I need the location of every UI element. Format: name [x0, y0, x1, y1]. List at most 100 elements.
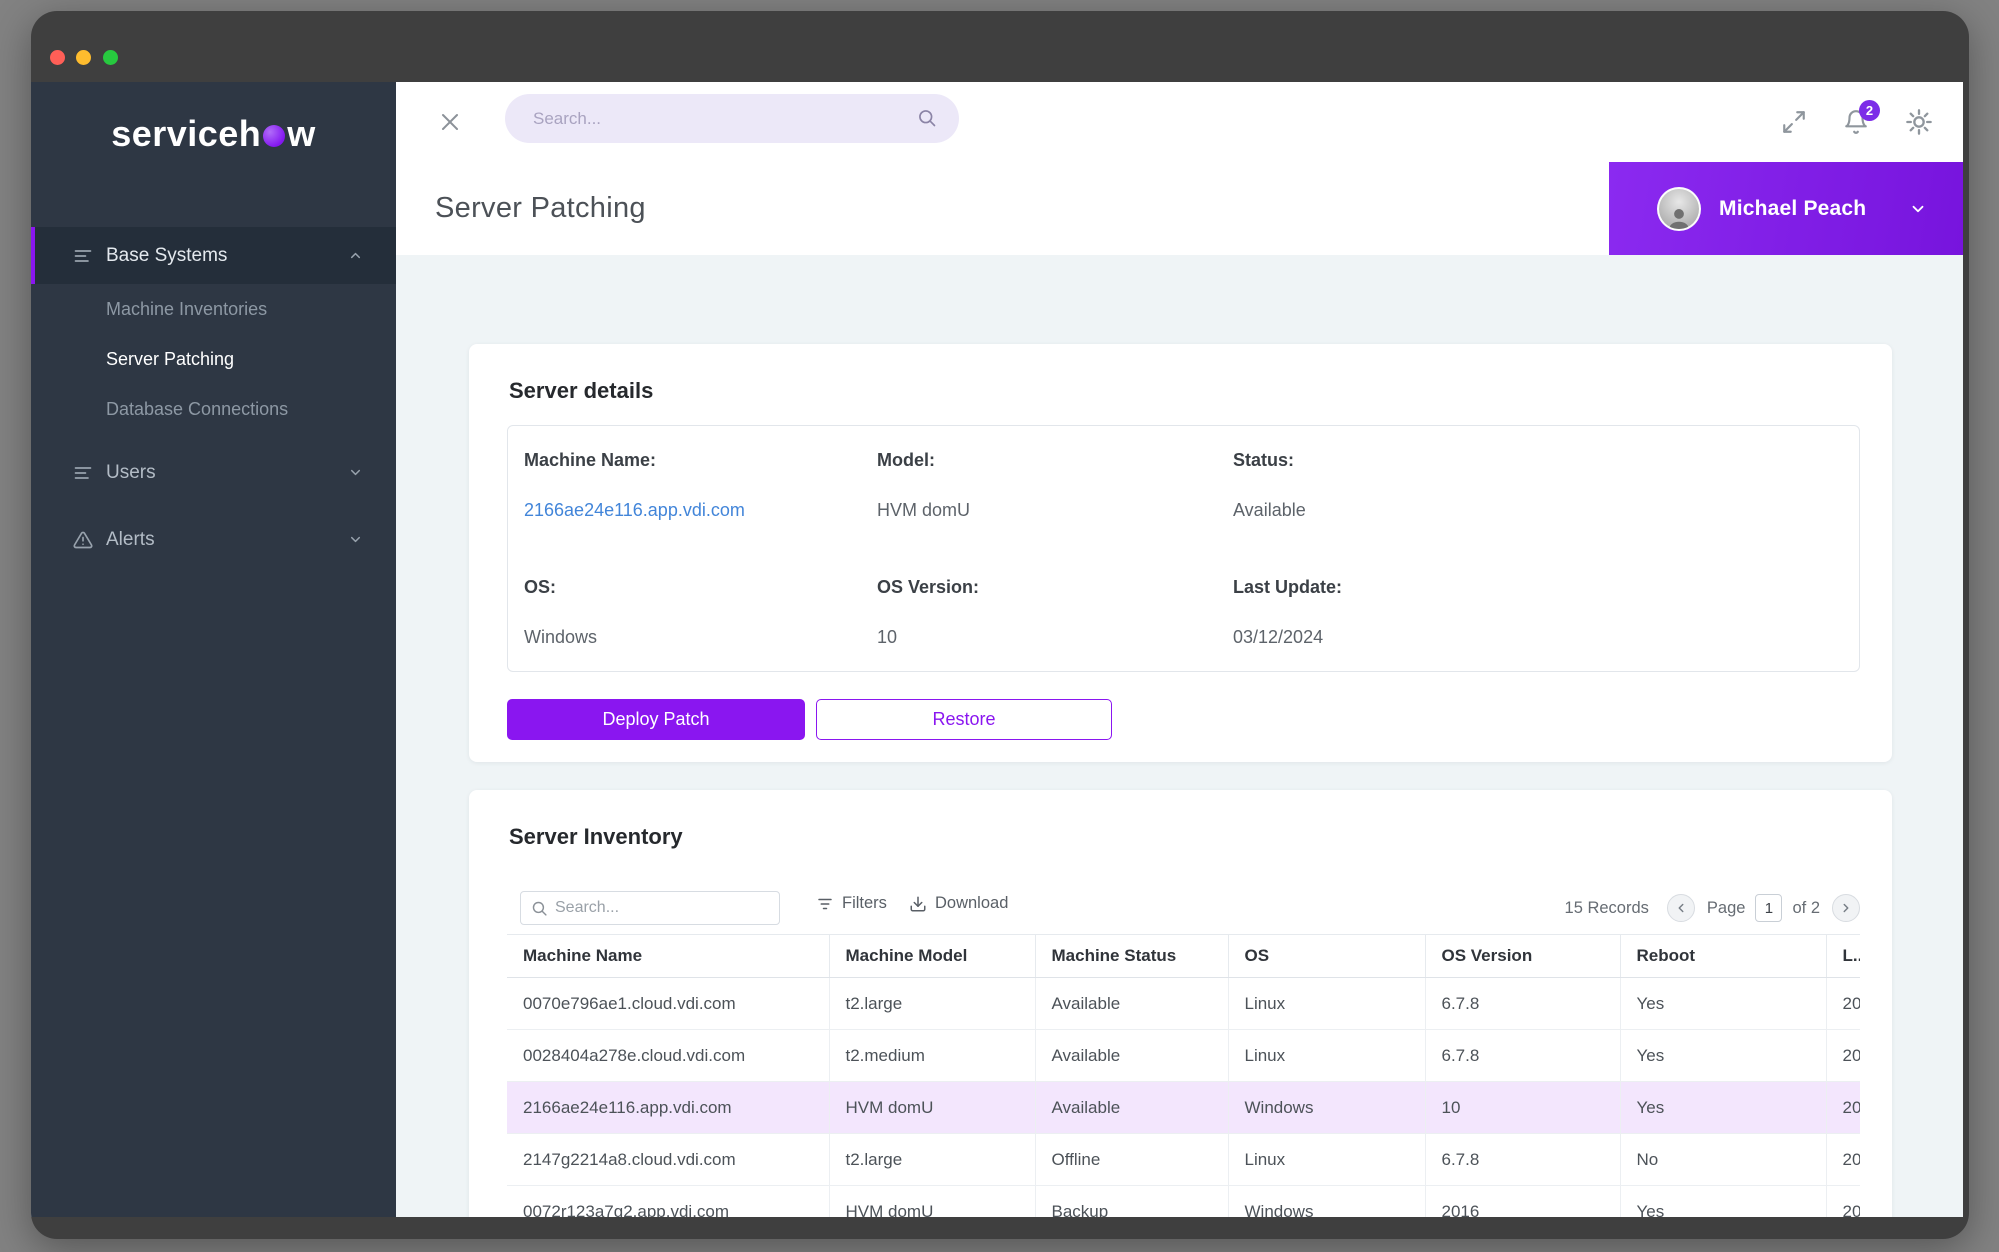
user-name: Michael Peach	[1719, 197, 1866, 221]
alert-triangle-icon	[73, 530, 93, 550]
cell-machine-model: t2.large	[829, 1134, 1035, 1186]
filters-button[interactable]: Filters	[816, 894, 887, 913]
sidebar-item-machine-inventories[interactable]: Machine Inventories	[31, 284, 396, 334]
cell-os: Windows	[1228, 1082, 1425, 1134]
chevron-down-icon	[348, 465, 363, 480]
table-header-row: Machine Name Machine Model Machine Statu…	[507, 935, 1860, 978]
cell-os-version: 2016	[1425, 1186, 1620, 1218]
chevron-up-icon	[348, 248, 363, 263]
field-value: Available	[1233, 500, 1843, 521]
cell-machine-name: 0028404a278e.cloud.vdi.com	[507, 1030, 829, 1082]
table-search-input[interactable]	[555, 892, 771, 924]
cell-machine-status: Available	[1035, 978, 1228, 1030]
logo-text-post: w	[287, 113, 316, 154]
minimize-window-button[interactable]	[76, 50, 91, 65]
column-header: L...	[1826, 935, 1860, 978]
cell-machine-model: t2.medium	[829, 1030, 1035, 1082]
sidebar: serviceh w Base Systems Machine Inventori…	[31, 82, 396, 1217]
sidebar-item-label: Users	[106, 462, 156, 484]
next-page-button[interactable]	[1832, 894, 1860, 922]
chevron-down-icon	[1909, 200, 1927, 218]
global-search-input[interactable]	[533, 94, 913, 143]
field-label: OS:	[524, 577, 877, 598]
download-label: Download	[935, 894, 1008, 913]
machine-name-link[interactable]: 2166ae24e116.app.vdi.com	[524, 500, 877, 521]
page-title: Server Patching	[396, 192, 646, 225]
sidebar-item-server-patching[interactable]: Server Patching	[31, 334, 396, 384]
filters-label: Filters	[842, 894, 887, 913]
cell-last-update: 202	[1826, 1134, 1860, 1186]
cell-machine-status: Offline	[1035, 1134, 1228, 1186]
card-title: Server details	[509, 378, 653, 404]
settings-gear-icon[interactable]	[1905, 108, 1933, 136]
cell-last-update: 202	[1826, 1082, 1860, 1134]
sidebar-item-users[interactable]: Users	[31, 444, 396, 501]
close-window-button[interactable]	[50, 50, 65, 65]
cell-machine-model: t2.large	[829, 978, 1035, 1030]
cell-reboot: No	[1620, 1134, 1826, 1186]
cell-os: Windows	[1228, 1186, 1425, 1218]
sidebar-item-alerts[interactable]: Alerts	[31, 511, 396, 568]
prev-page-button[interactable]	[1667, 894, 1695, 922]
inventory-table: Machine Name Machine Model Machine Statu…	[507, 934, 1860, 1217]
page-number-input[interactable]	[1755, 894, 1782, 922]
table-row[interactable]: 0070e796ae1.cloud.vdi.com t2.large Avail…	[507, 978, 1860, 1030]
page-label: Page	[1707, 899, 1746, 918]
cell-reboot: Yes	[1620, 978, 1826, 1030]
restore-button[interactable]: Restore	[816, 699, 1112, 740]
page-header: Server Patching Michael Peach	[396, 162, 1963, 255]
field-os: OS: Windows	[524, 577, 877, 648]
cell-last-update: 202	[1826, 1030, 1860, 1082]
page-total: of 2	[1792, 899, 1820, 918]
table-search	[520, 891, 780, 925]
table-row[interactable]: 2147g2214a8.cloud.vdi.com t2.large Offli…	[507, 1134, 1860, 1186]
table-row-selected[interactable]: 2166ae24e116.app.vdi.com HVM domU Availa…	[507, 1082, 1860, 1134]
cell-os-version: 6.7.8	[1425, 1030, 1620, 1082]
column-header: Reboot	[1620, 935, 1826, 978]
cell-reboot: Yes	[1620, 1082, 1826, 1134]
sidebar-item-label: Base Systems	[106, 245, 227, 267]
cell-os: Linux	[1228, 1030, 1425, 1082]
user-menu[interactable]: Michael Peach	[1609, 162, 1963, 255]
expand-icon[interactable]	[1781, 109, 1807, 135]
pagination: 15 Records Page of 2	[1565, 889, 1860, 927]
download-button[interactable]: Download	[909, 894, 1008, 913]
deploy-patch-button[interactable]: Deploy Patch	[507, 699, 805, 740]
cell-os-version: 10	[1425, 1082, 1620, 1134]
sidebar-item-base-systems[interactable]: Base Systems	[31, 227, 396, 284]
card-title: Server Inventory	[509, 824, 683, 850]
field-value: 03/12/2024	[1233, 627, 1843, 648]
column-header: Machine Model	[829, 935, 1035, 978]
topbar: 2	[396, 82, 1963, 162]
field-label: OS Version:	[877, 577, 1233, 598]
chevron-down-icon	[348, 532, 363, 547]
column-header: Machine Name	[507, 935, 829, 978]
cell-os-version: 6.7.8	[1425, 1134, 1620, 1186]
server-inventory-card: Server Inventory Filters	[469, 790, 1892, 1217]
field-label: Status:	[1233, 450, 1843, 471]
column-header: OS Version	[1425, 935, 1620, 978]
app-body: serviceh w Base Systems Machine Inventori…	[31, 82, 1963, 1217]
field-value: Windows	[524, 627, 877, 648]
sidebar-item-label: Alerts	[106, 529, 155, 551]
main-content: Server details Machine Name: 2166ae24e11…	[396, 255, 1963, 1217]
sidebar-item-database-connections[interactable]: Database Connections	[31, 384, 396, 434]
cell-machine-status: Available	[1035, 1082, 1228, 1134]
column-header: OS	[1228, 935, 1425, 978]
table-row[interactable]: 0072r123a7g2.app.vdi.com HVM domU Backup…	[507, 1186, 1860, 1218]
details-actions: Deploy Patch Restore	[507, 699, 1112, 740]
cell-machine-status: Available	[1035, 1030, 1228, 1082]
logo-text-pre: serviceh	[111, 113, 261, 154]
cell-reboot: Yes	[1620, 1186, 1826, 1218]
cell-machine-model: HVM domU	[829, 1186, 1035, 1218]
zoom-window-button[interactable]	[103, 50, 118, 65]
app-window: serviceh w Base Systems Machine Inventori…	[31, 11, 1969, 1239]
cell-machine-name: 0070e796ae1.cloud.vdi.com	[507, 978, 829, 1030]
field-last-update: Last Update: 03/12/2024	[1233, 577, 1843, 648]
main-column: 2 Server Patching Michael Peach	[396, 82, 1963, 1217]
close-icon[interactable]	[438, 110, 462, 134]
notifications-bell-icon[interactable]: 2	[1843, 109, 1869, 135]
users-icon	[73, 463, 93, 483]
global-search	[505, 94, 959, 143]
table-row[interactable]: 0028404a278e.cloud.vdi.com t2.medium Ava…	[507, 1030, 1860, 1082]
